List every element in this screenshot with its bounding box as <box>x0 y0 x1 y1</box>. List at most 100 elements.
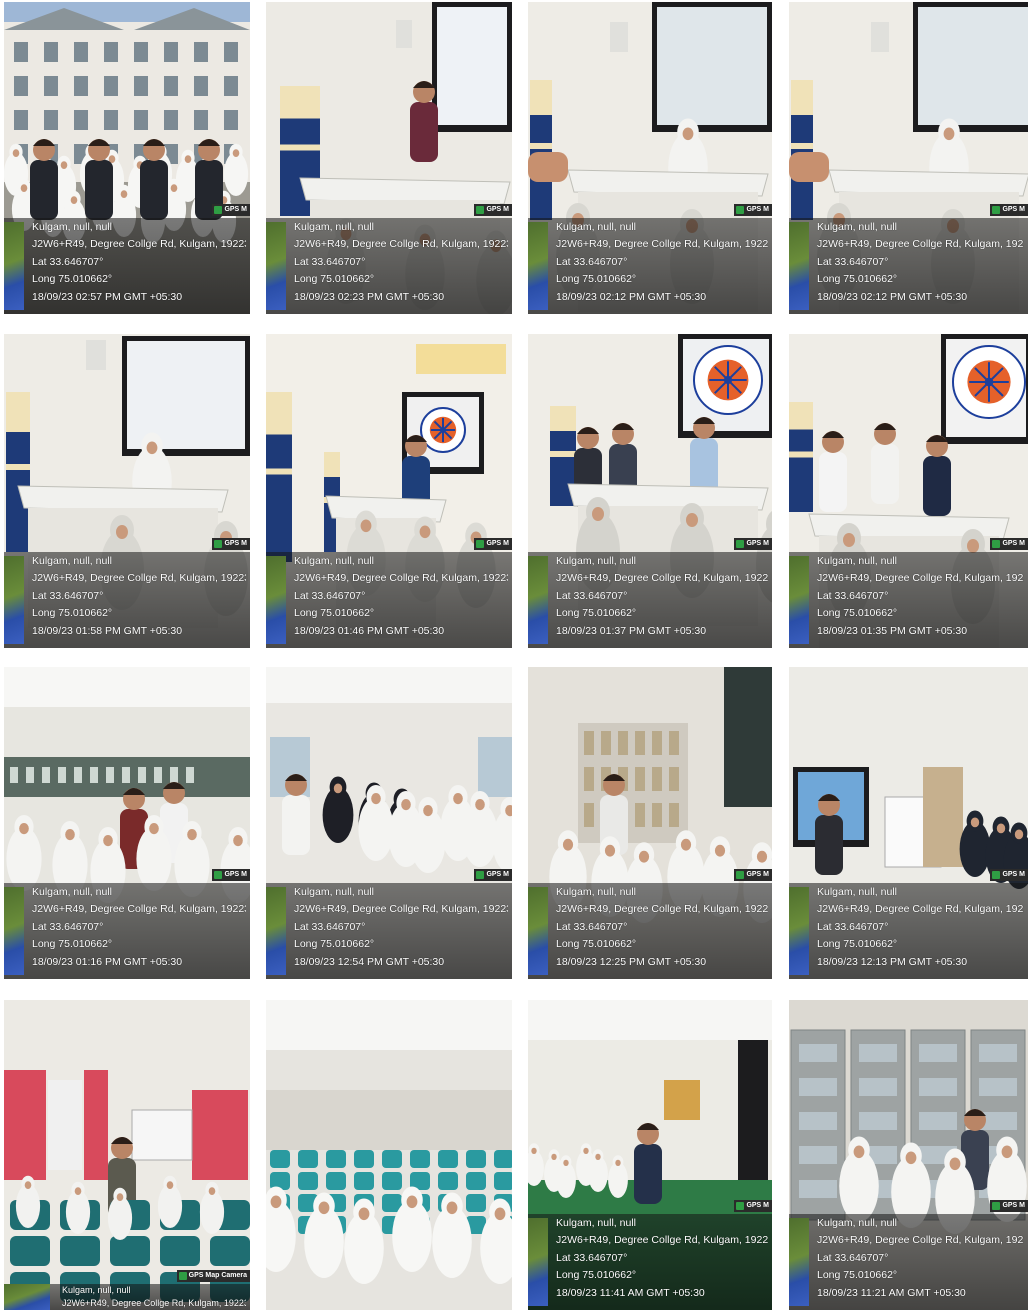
gps-map-icon <box>214 871 223 879</box>
map-thumbnail <box>266 887 286 975</box>
gps-badge-label: GPS M <box>746 871 769 878</box>
gps-text: Kulgam, null, null J2W6+R49, Degree Collg… <box>294 219 508 306</box>
gps-map-icon <box>476 206 485 214</box>
latitude-line: Lat 33.646707° <box>294 589 366 602</box>
location-line: Kulgam, null, null <box>556 554 636 567</box>
gps-map-icon <box>992 206 1001 214</box>
timestamp-line: 18/09/23 01:16 PM GMT +05:30 <box>32 955 183 968</box>
gps-overlay: GPS M Kulgam, null, null J2W6+R49, Degree … <box>4 204 250 314</box>
photo-tile: GPS M Kulgam, null, null J2W6+R49, Degree … <box>528 334 772 648</box>
address-line: J2W6+R49, Degree Collge Rd, Kulgam, 1922… <box>817 572 1024 585</box>
map-thumbnail <box>4 1284 50 1310</box>
gps-camera-badge: GPS M <box>734 538 772 550</box>
gps-badge-label: GPS M <box>224 206 247 213</box>
photo-tile: GPS Map Camera Kulgam, null, null J2W6+R49… <box>4 1000 250 1310</box>
map-thumbnail <box>789 1218 809 1306</box>
gps-overlay: GPS M Kulgam, null, null J2W6+R49, Degree … <box>789 869 1028 979</box>
gps-camera-badge: GPS M <box>990 204 1028 216</box>
gps-camera-badge: GPS M <box>990 1200 1028 1212</box>
latitude-line: Lat 33.646707° <box>817 255 889 268</box>
latitude-line: Lat 33.646707° <box>32 255 104 268</box>
latitude-line: Lat 33.646707° <box>294 255 366 268</box>
timestamp-line: 18/09/23 02:12 PM GMT +05:30 <box>817 290 968 303</box>
longitude-line: Long 75.010662° <box>817 938 898 951</box>
gps-camera-badge: GPS M <box>990 538 1028 550</box>
map-thumbnail <box>266 556 286 644</box>
gps-text: Kulgam, null, null J2W6+R49, Degree Collg… <box>556 884 768 971</box>
gps-overlay: GPS M Kulgam, null, null J2W6+R49, Degree … <box>528 538 772 648</box>
gps-badge-label: GPS M <box>224 871 247 878</box>
photo-tile: GPS M Kulgam, null, null J2W6+R49, Degree … <box>528 2 772 314</box>
gps-camera-badge: GPS M <box>212 538 250 550</box>
gps-badge-label: GPS M <box>486 540 509 547</box>
gps-map-icon <box>214 540 223 548</box>
gps-badge-label: GPS M <box>1002 871 1025 878</box>
location-line: Kulgam, null, null <box>817 554 897 567</box>
gps-camera-badge: GPS M <box>474 204 512 216</box>
latitude-line: Lat 33.646707° <box>294 920 366 933</box>
map-thumbnail <box>789 887 809 975</box>
map-thumbnail <box>789 222 809 310</box>
map-thumbnail <box>528 1218 548 1306</box>
gps-text: Kulgam, null, null J2W6+R49, Degree Collg… <box>817 553 1024 640</box>
timestamp-line: 18/09/23 02:12 PM GMT +05:30 <box>556 290 707 303</box>
timestamp-line: 18/09/23 12:25 PM GMT +05:30 <box>556 955 707 968</box>
gps-map-icon <box>214 206 223 214</box>
gps-overlay: GPS M Kulgam, null, null J2W6+R49, Degree … <box>789 1200 1028 1310</box>
longitude-line: Long 75.010662° <box>817 607 898 620</box>
gps-overlay: GPS Map Camera Kulgam, null, null J2W6+R49… <box>4 1270 250 1310</box>
gps-map-icon <box>992 871 1001 879</box>
photo-tile: GPS M Kulgam, null, null J2W6+R49, Degree … <box>789 334 1028 648</box>
location-line: Kulgam, null, null <box>294 885 374 898</box>
gps-camera-badge: GPS M <box>474 869 512 881</box>
gps-overlay: GPS M Kulgam, null, null J2W6+R49, Degree … <box>266 869 512 979</box>
gps-map-icon <box>992 540 1001 548</box>
longitude-line: Long 75.010662° <box>294 938 375 951</box>
gps-text: Kulgam, null, null J2W6+R49, Degree Collg… <box>32 884 246 971</box>
latitude-line: Lat 33.646707° <box>556 1251 628 1264</box>
gps-overlay: GPS M Kulgam, null, null J2W6+R49, Degree … <box>266 204 512 314</box>
longitude-line: Long 75.010662° <box>556 607 637 620</box>
longitude-line: Long 75.010662° <box>817 273 898 286</box>
latitude-line: Lat 33.646707° <box>32 920 104 933</box>
gps-overlay: GPS M Kulgam, null, null J2W6+R49, Degree … <box>528 204 772 314</box>
gps-badge-label: GPS M <box>1002 206 1025 213</box>
address-line: J2W6+R49, Degree Collge Rd, Kulgam, 1922… <box>817 903 1024 916</box>
timestamp-line: 18/09/23 01:35 PM GMT +05:30 <box>817 624 968 637</box>
gps-map-icon <box>736 206 745 214</box>
photo-grid: GPS M Kulgam, null, null J2W6+R49, Degree … <box>0 0 1028 1310</box>
timestamp-line: 18/09/23 02:23 PM GMT +05:30 <box>294 290 445 303</box>
map-thumbnail <box>4 556 24 644</box>
gps-text: Kulgam, null, null J2W6+R49, Degree Collg… <box>817 884 1024 971</box>
gps-badge-label: GPS Map Camera <box>188 1272 247 1279</box>
photo-image <box>4 1000 250 1310</box>
gps-overlay: GPS M Kulgam, null, null J2W6+R49, Degree … <box>789 538 1028 648</box>
map-thumbnail <box>4 887 24 975</box>
location-line: Kulgam, null, null <box>32 554 112 567</box>
photo-tile: GPS M Kulgam, null, null J2W6+R49, Degree … <box>4 667 250 979</box>
latitude-line: Lat 33.646707° <box>817 589 889 602</box>
location-line: Kulgam, null, null <box>294 220 374 233</box>
gps-text: Kulgam, null, null J2W6+R49, Degree Collg… <box>32 553 246 640</box>
map-thumbnail <box>4 222 24 310</box>
address-line: J2W6+R49, Degree Collge Rd, Kulgam, 1922… <box>556 238 768 251</box>
gps-map-icon <box>736 1202 745 1210</box>
address-line: J2W6+R49, Degree Collge Rd, Kulgam, 1922… <box>62 1298 246 1308</box>
location-line: Kulgam, null, null <box>62 1285 131 1295</box>
gps-camera-badge: GPS M <box>990 869 1028 881</box>
location-line: Kulgam, null, null <box>556 1216 636 1229</box>
latitude-line: Lat 33.646707° <box>817 920 889 933</box>
longitude-line: Long 75.010662° <box>32 938 113 951</box>
gps-camera-badge: GPS M <box>734 869 772 881</box>
address-line: J2W6+R49, Degree Collge Rd, Kulgam, 1922… <box>556 1234 768 1247</box>
longitude-line: Long 75.010662° <box>817 1269 898 1282</box>
gps-map-icon <box>992 1202 1001 1210</box>
longitude-line: Long 75.010662° <box>556 1269 637 1282</box>
address-line: J2W6+R49, Degree Collge Rd, Kulgam, 1922… <box>817 1234 1024 1247</box>
photo-tile: GPS M Kulgam, null, null J2W6+R49, Degree … <box>789 667 1028 979</box>
gps-badge-label: GPS M <box>1002 540 1025 547</box>
location-line: Kulgam, null, null <box>817 885 897 898</box>
map-thumbnail <box>528 887 548 975</box>
timestamp-line: 18/09/23 11:41 AM GMT +05:30 <box>556 1286 705 1299</box>
photo-tile: GPS M Kulgam, null, null J2W6+R49, Degree … <box>789 2 1028 314</box>
